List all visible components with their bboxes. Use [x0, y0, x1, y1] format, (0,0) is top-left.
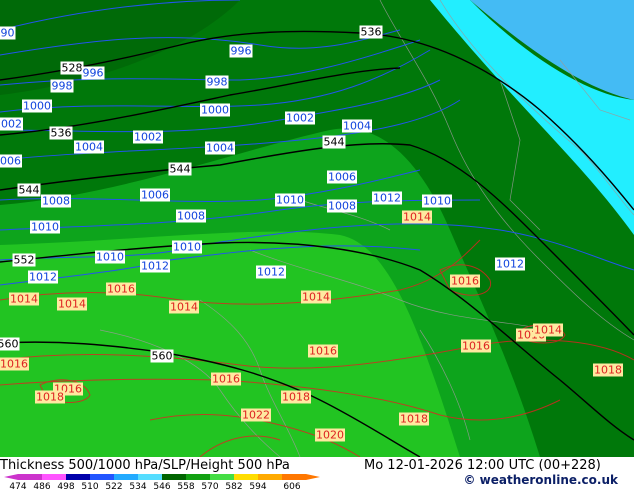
slp-high-label: 1014: [534, 324, 562, 337]
legend-value: 546: [153, 482, 170, 490]
height-label: 560: [152, 350, 173, 363]
slp-low-label: 1010: [31, 221, 59, 234]
slp-low-label: 996: [83, 67, 104, 80]
chart-title: Thickness 500/1000 hPa/SLP/Height 500 hP…: [0, 458, 290, 473]
height-label: 560: [0, 338, 19, 351]
slp-high-label: 1014: [403, 211, 431, 224]
slp-low-label: 1004: [75, 141, 103, 154]
legend-swatch: [234, 474, 258, 480]
slp-low-label: 1008: [177, 210, 205, 223]
legend-value: 534: [129, 482, 146, 490]
slp-low-label: 1002: [286, 112, 314, 125]
footer-bar: Thickness 500/1000 hPa/SLP/Height 500 hP…: [0, 457, 634, 490]
slp-low-label: 1004: [206, 142, 234, 155]
slp-low-label: 1002: [0, 118, 22, 131]
slp-high-label: 1018: [36, 391, 64, 404]
slp-high-label: 1020: [316, 429, 344, 442]
legend-value: 522: [105, 482, 122, 490]
slp-high-label: 1016: [107, 283, 135, 296]
slp-low-label: 1004: [343, 120, 371, 133]
slp-high-label: 1016: [451, 275, 479, 288]
legend-swatch: [258, 474, 282, 480]
height-label: 552: [14, 254, 35, 267]
legend-arrow-left: [4, 474, 18, 480]
legend-value: 510: [81, 482, 98, 490]
slp-high-label: 1014: [58, 298, 86, 311]
legend-swatch: [66, 474, 90, 480]
legend-swatch: [162, 474, 186, 480]
height-label: 544: [324, 136, 345, 149]
legend-swatch: [114, 474, 138, 480]
slp-high-label: 1018: [282, 391, 310, 404]
slp-low-label: 1008: [328, 200, 356, 213]
slp-low-label: 1000: [23, 100, 51, 113]
slp-low-label: 1012: [496, 258, 524, 271]
slp-low-label: 1000: [201, 104, 229, 117]
legend-value: 570: [201, 482, 218, 490]
legend-swatch: [18, 474, 42, 480]
legend-value: 558: [177, 482, 194, 490]
legend-value: 606: [283, 482, 300, 490]
slp-low-label: 996: [231, 45, 252, 58]
slp-high-label: 1018: [594, 364, 622, 377]
slp-high-label: 1014: [302, 291, 330, 304]
slp-low-label: 1010: [173, 241, 201, 254]
slp-low-label: 1012: [29, 271, 57, 284]
slp-low-label: 1010: [96, 251, 124, 264]
legend-value: 474: [9, 482, 26, 490]
slp-low-label: 1012: [373, 192, 401, 205]
legend-swatch: [42, 474, 66, 480]
legend-swatch: [186, 474, 210, 480]
map-canvas: 528 536 536 544 544 544 552 560 560 990 996 996 998…: [0, 0, 634, 457]
slp-low-label: 1010: [276, 194, 304, 207]
legend-value: 594: [249, 482, 266, 490]
height-label: 528: [62, 62, 83, 75]
slp-low-label: 1006: [141, 189, 169, 202]
height-label: 544: [19, 184, 40, 197]
slp-low-label: 1012: [257, 266, 285, 279]
slp-low-label: 998: [207, 76, 228, 89]
legend-value: 582: [225, 482, 242, 490]
valid-time: Mo 12-01-2026 12:00 UTC (00+228): [364, 458, 601, 473]
height-label: 536: [51, 127, 72, 140]
slp-low-label: 1002: [134, 131, 162, 144]
slp-low-label: 998: [52, 80, 73, 93]
slp-low-label: 1006: [0, 155, 21, 168]
slp-high-label: 1016: [212, 373, 240, 386]
slp-low-label: 990: [0, 27, 15, 40]
slp-low-label: 1012: [141, 260, 169, 273]
weather-map: 528 536 536 544 544 544 552 560 560 990 996 996 998…: [0, 0, 634, 457]
slp-low-label: 1006: [328, 171, 356, 184]
legend-arrow-right: [306, 474, 320, 480]
slp-high-label: 1016: [462, 340, 490, 353]
slp-high-label: 1018: [400, 413, 428, 426]
slp-high-label: 1014: [10, 293, 38, 306]
slp-high-label: 1016: [0, 358, 28, 371]
height-label: 544: [170, 163, 191, 176]
legend-swatch: [282, 474, 306, 480]
legend-swatch: [210, 474, 234, 480]
credit-link[interactable]: © weatheronline.co.uk: [463, 473, 618, 487]
slp-high-label: 1014: [170, 301, 198, 314]
legend-swatch: [138, 474, 162, 480]
slp-low-label: 1010: [423, 195, 451, 208]
legend-swatch: [90, 474, 114, 480]
slp-high-label: 1022: [242, 409, 270, 422]
legend-value: 498: [57, 482, 74, 490]
slp-high-label: 1016: [309, 345, 337, 358]
legend-value: 486: [33, 482, 50, 490]
height-label: 536: [361, 26, 382, 39]
slp-low-label: 1008: [42, 195, 70, 208]
color-legend: 474 486 498 510 522 534 546 558 570 582 594 606: [4, 474, 320, 490]
